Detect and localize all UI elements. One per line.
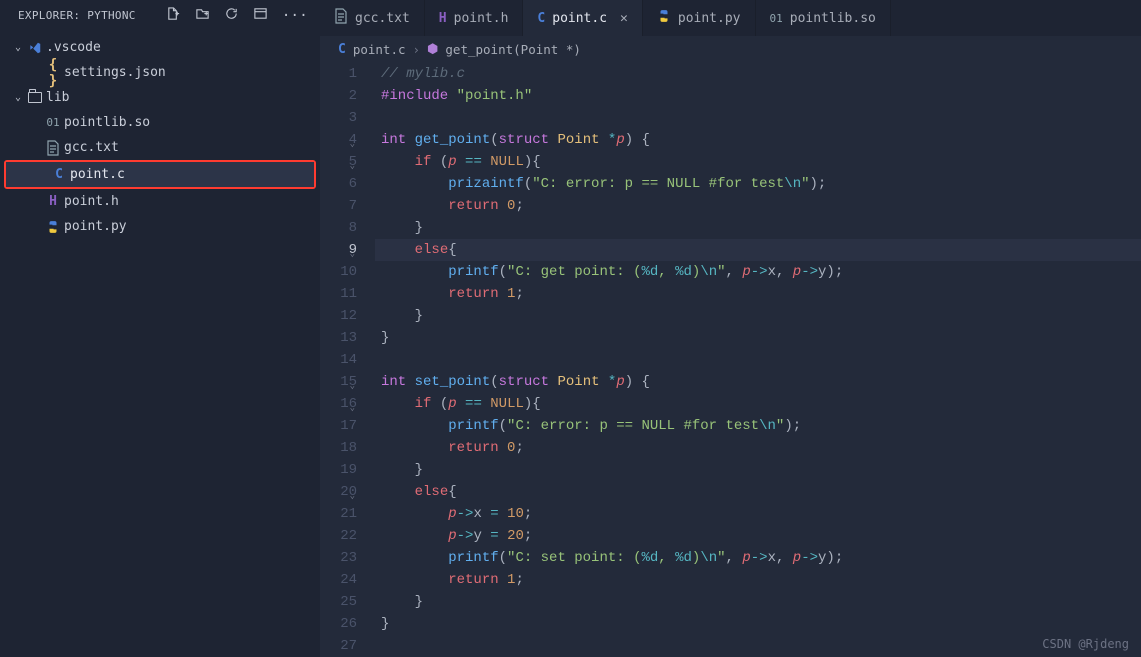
code-line[interactable]: p->x = 10; — [375, 503, 1141, 525]
tab-label: point.c — [552, 11, 607, 26]
file-icon: H — [42, 194, 64, 209]
tree-item-label: point.h — [64, 194, 119, 209]
tree-item-label: .vscode — [46, 40, 101, 55]
breadcrumb-symbol[interactable]: get_point(Point *) — [445, 42, 580, 57]
code-line[interactable]: if (p == NULL){ — [375, 393, 1141, 415]
code-editor[interactable]: 1234⌄5⌄6789⌄101112131415⌄16⌄17181920⌄212… — [320, 63, 1141, 657]
code-line[interactable] — [375, 349, 1141, 371]
file-tree: ⌄ .vscode { }settings.json ⌄ lib 01pointlib.s… — [0, 33, 320, 241]
code-line[interactable]: printf("C: error: p == NULL #for test\n"… — [375, 415, 1141, 437]
code-line[interactable]: prizaintf("C: error: p == NULL #for test… — [375, 173, 1141, 195]
file-icon — [334, 8, 348, 28]
tree-item-point-h[interactable]: Hpoint.h — [0, 189, 320, 214]
file-icon: H — [439, 11, 447, 26]
code-line[interactable]: #include "point.h" — [375, 85, 1141, 107]
watermark: CSDN @Rjdeng — [1042, 637, 1129, 651]
tree-item-label: settings.json — [64, 65, 166, 80]
code-line[interactable]: printf("C: set point: (%d, %d)\n", p->x,… — [375, 547, 1141, 569]
code-line[interactable]: } — [375, 591, 1141, 613]
breadcrumb-file[interactable]: point.c — [353, 42, 406, 57]
tree-item-lib[interactable]: ⌄ lib — [0, 85, 320, 110]
chevron-icon[interactable]: ⌄ — [12, 92, 24, 103]
breadcrumb[interactable]: C point.c › ⬢ get_point(Point *) — [320, 36, 1141, 63]
tab-pointlib-so[interactable]: 01 pointlib.so — [756, 0, 891, 36]
collapse-icon[interactable] — [253, 6, 268, 25]
tab-gcc-txt[interactable]: gcc.txt — [320, 0, 425, 36]
code-line[interactable]: } — [375, 613, 1141, 635]
tab-point-py[interactable]: point.py — [643, 0, 756, 36]
chevron-right-icon: › — [413, 42, 421, 57]
file-icon — [657, 9, 671, 27]
file-icon — [24, 41, 46, 55]
code-line[interactable]: } — [375, 459, 1141, 481]
code-line[interactable]: return 0; — [375, 437, 1141, 459]
close-icon[interactable]: ✕ — [620, 11, 628, 26]
file-icon: 01 — [42, 116, 64, 129]
chevron-icon[interactable]: ⌄ — [12, 42, 24, 53]
tree-item-point-py[interactable]: point.py — [0, 214, 320, 239]
tree-item-label: point.c — [70, 167, 125, 182]
file-icon: C — [537, 11, 545, 26]
tab-point-h[interactable]: Hpoint.h — [425, 0, 524, 36]
code-line[interactable]: return 1; — [375, 569, 1141, 591]
code-line[interactable] — [375, 107, 1141, 129]
editor-tabs: gcc.txt Hpoint.h Cpoint.c ✕ point.py 01 pointl… — [320, 0, 1141, 36]
tab-label: pointlib.so — [790, 11, 876, 26]
tree-item-point-c[interactable]: Cpoint.c — [6, 162, 314, 187]
code-line[interactable]: } — [375, 327, 1141, 349]
code-line[interactable]: } — [375, 305, 1141, 327]
explorer-header: EXPLORER: PYTHONC ··· — [0, 0, 320, 33]
tree-item-label: point.py — [64, 219, 127, 234]
code-line[interactable]: return 0; — [375, 195, 1141, 217]
code-line[interactable]: int set_point(struct Point *p) { — [375, 371, 1141, 393]
tab-label: gcc.txt — [355, 11, 410, 26]
sidebar: EXPLORER: PYTHONC ··· ⌄ .vscode { }setting… — [0, 0, 320, 657]
code-line[interactable]: printf("C: get point: (%d, %d)\n", p->x,… — [375, 261, 1141, 283]
tree-item-label: gcc.txt — [64, 140, 119, 155]
more-icon[interactable]: ··· — [282, 8, 308, 24]
code-line[interactable]: if (p == NULL){ — [375, 151, 1141, 173]
code-line[interactable]: p->y = 20; — [375, 525, 1141, 547]
file-icon: C — [48, 167, 70, 182]
code-line[interactable]: return 1; — [375, 283, 1141, 305]
tree-item-pointlib-so[interactable]: 01pointlib.so — [0, 110, 320, 135]
main-area: gcc.txt Hpoint.h Cpoint.c ✕ point.py 01 pointl… — [320, 0, 1141, 657]
code-line[interactable] — [375, 635, 1141, 657]
new-file-icon[interactable] — [166, 6, 181, 25]
tree-item-label: pointlib.so — [64, 115, 150, 130]
code-line[interactable]: } — [375, 217, 1141, 239]
refresh-icon[interactable] — [224, 6, 239, 25]
code-line[interactable]: int get_point(struct Point *p) { — [375, 129, 1141, 151]
line-gutter: 1234⌄5⌄6789⌄101112131415⌄16⌄17181920⌄212… — [320, 63, 375, 657]
cube-icon: ⬢ — [427, 42, 438, 57]
file-icon — [42, 220, 64, 234]
file-icon — [42, 140, 64, 156]
new-folder-icon[interactable] — [195, 6, 210, 25]
file-icon — [24, 92, 46, 103]
tree-item-settings-json[interactable]: { }settings.json — [0, 60, 320, 85]
code-line[interactable]: else{ — [375, 481, 1141, 503]
tree-item-gcc-txt[interactable]: gcc.txt — [0, 135, 320, 160]
code-area[interactable]: // mylib.c#include "point.h" int get_poi… — [375, 63, 1141, 657]
code-line[interactable]: // mylib.c — [375, 63, 1141, 85]
explorer-title: EXPLORER: PYTHONC — [18, 9, 136, 22]
tab-label: point.h — [454, 11, 509, 26]
file-icon: 01 — [770, 11, 783, 26]
breadcrumb-file-icon: C — [338, 42, 346, 57]
tree-item-label: lib — [46, 90, 69, 105]
tab-label: point.py — [678, 11, 741, 26]
tab-point-c[interactable]: Cpoint.c ✕ — [523, 0, 642, 36]
code-line[interactable]: else{ — [375, 239, 1141, 261]
file-icon: { } — [42, 57, 64, 89]
